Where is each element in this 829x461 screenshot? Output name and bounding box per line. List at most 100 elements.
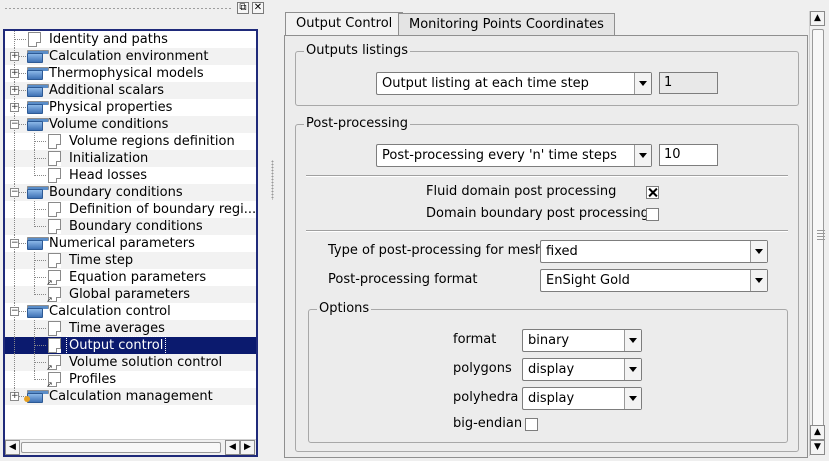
polyhedra-select[interactable]: display xyxy=(522,387,642,410)
tree-connector xyxy=(34,320,35,337)
tree-item[interactable]: Identity and paths xyxy=(5,31,256,48)
post-processing-format-select[interactable]: EnSight Gold xyxy=(540,269,768,292)
tree-item[interactable]: ↗ Equation parameters xyxy=(5,269,256,287)
tab-monitoring-points[interactable]: Monitoring Points Coordinates xyxy=(398,13,615,36)
scroll-left-arrow-icon[interactable]: ◀ xyxy=(5,440,20,455)
splitter-handle[interactable] xyxy=(271,160,274,200)
tree-connector xyxy=(14,39,26,40)
tree-connector xyxy=(14,354,15,371)
tree-item[interactable]: − Boundary conditions xyxy=(5,184,256,201)
domain-boundary-checkbox[interactable] xyxy=(646,208,659,221)
tree-connector xyxy=(34,252,35,269)
document-shortcut-icon: ↗ xyxy=(46,372,61,389)
dropdown-arrow-icon[interactable] xyxy=(624,330,641,351)
tree-item[interactable]: ↗ Profiles xyxy=(5,371,256,389)
mesh-type-select[interactable]: fixed xyxy=(540,240,768,263)
tree-item[interactable]: − Numerical parameters xyxy=(5,235,256,252)
tree-connector xyxy=(34,150,35,167)
tree-item[interactable]: + Calculation management xyxy=(5,388,256,405)
scroll-left-arrow-icon[interactable]: ◀ xyxy=(225,440,240,455)
folder-run-icon xyxy=(24,390,49,403)
tree-item-label: Initialization xyxy=(69,151,149,166)
dropdown-arrow-icon[interactable] xyxy=(624,359,641,380)
fluid-domain-checkbox[interactable] xyxy=(646,186,659,199)
post-processing-frequency-field[interactable]: 10 xyxy=(659,144,718,166)
tree-item[interactable]: Time step xyxy=(5,252,256,269)
polygons-select[interactable]: display xyxy=(522,358,642,381)
float-dock-button[interactable]: ⧉ xyxy=(237,2,249,14)
post-processing-mode-select[interactable]: Post-processing every 'n' time steps xyxy=(376,144,652,167)
tree-item-label: Definition of boundary regi... xyxy=(69,202,257,217)
scroll-down-arrow-icon[interactable]: ▼ xyxy=(810,440,825,455)
tree-connector xyxy=(34,345,46,346)
tree-item[interactable]: + Thermophysical models xyxy=(5,65,256,82)
scroll-up-arrow-icon[interactable]: ▲ xyxy=(810,425,825,440)
post-processing-group: Post-processing Post-processing every 'n… xyxy=(295,116,799,452)
tree-item-label: Head losses xyxy=(69,168,148,183)
group-title: Post-processing xyxy=(304,116,410,132)
expand-icon[interactable]: + xyxy=(10,86,19,95)
expand-icon[interactable]: + xyxy=(10,103,19,112)
tree-item[interactable]: Initialization xyxy=(5,150,256,167)
tree-horizontal-scrollbar[interactable]: ◀ ◀ ▶ xyxy=(5,439,256,455)
scroll-up-arrow-icon[interactable]: ▲ xyxy=(810,11,825,26)
close-dock-button[interactable]: ✕ xyxy=(252,2,264,14)
big-endian-checkbox[interactable] xyxy=(525,418,538,431)
document-icon xyxy=(48,253,61,268)
separator xyxy=(306,175,788,177)
tree-connector xyxy=(14,31,15,48)
tree-item[interactable]: Definition of boundary regi... xyxy=(5,201,256,218)
format-label: Post-processing format xyxy=(328,272,478,287)
tree-item[interactable]: − Calculation control xyxy=(5,303,256,320)
tree-item-label: Calculation control xyxy=(49,304,171,319)
expand-icon[interactable]: + xyxy=(10,52,19,61)
dropdown-arrow-icon[interactable] xyxy=(634,73,651,94)
options-format-label: format xyxy=(453,332,497,347)
collapse-icon[interactable]: − xyxy=(10,120,19,129)
dropdown-arrow-icon[interactable] xyxy=(624,388,641,409)
document-icon xyxy=(48,219,61,234)
folder-icon xyxy=(27,50,49,63)
tree-item-label: Physical properties xyxy=(49,100,173,115)
tree-item[interactable]: + Additional scalars xyxy=(5,82,256,99)
tree-item[interactable]: Output control xyxy=(5,336,256,355)
dock-grip[interactable] xyxy=(4,7,232,10)
tree-item[interactable]: Volume regions definition xyxy=(5,133,256,150)
collapse-icon[interactable]: − xyxy=(10,188,19,197)
tree-item[interactable]: Boundary conditions xyxy=(5,218,256,235)
tree-item-label: Volume regions definition xyxy=(69,134,235,149)
listing-mode-select[interactable]: Output listing at each time step xyxy=(376,72,652,95)
document-icon xyxy=(48,134,61,149)
tree-item[interactable]: Head losses xyxy=(5,167,256,184)
tree-item-label: Volume solution control xyxy=(69,355,223,370)
navigation-tree[interactable]: Identity and paths + Calculation environme… xyxy=(3,29,258,457)
scroll-thumb[interactable] xyxy=(21,442,221,453)
tree-connector xyxy=(34,141,46,142)
tree-item[interactable]: + Calculation environment xyxy=(5,48,256,65)
tree-item[interactable]: + Physical properties xyxy=(5,99,256,116)
polyhedra-label: polyhedra xyxy=(453,390,519,405)
scroll-thumb[interactable] xyxy=(812,29,825,427)
tree-connector xyxy=(14,371,15,388)
scroll-right-arrow-icon[interactable]: ▶ xyxy=(240,440,255,455)
main-vertical-scrollbar[interactable]: ▲ ▲ ▼ xyxy=(809,11,825,456)
collapse-icon[interactable]: − xyxy=(10,307,19,316)
tree-item[interactable]: ↗ Volume solution control xyxy=(5,354,256,372)
tree-connector xyxy=(34,226,46,227)
document-icon xyxy=(48,151,61,166)
tree-item[interactable]: Time averages xyxy=(5,320,256,337)
tab-output-control[interactable]: Output Control xyxy=(285,12,404,36)
select-value: binary xyxy=(528,333,570,348)
dropdown-arrow-icon[interactable] xyxy=(750,241,767,262)
tree-connector xyxy=(34,175,46,176)
listing-frequency-field[interactable]: 1 xyxy=(659,72,718,94)
dropdown-arrow-icon[interactable] xyxy=(750,270,767,291)
collapse-icon[interactable]: − xyxy=(10,239,19,248)
tree-item[interactable]: ↗ Global parameters xyxy=(5,286,256,304)
expand-icon[interactable]: + xyxy=(10,392,19,401)
expand-icon[interactable]: + xyxy=(10,69,19,78)
tree-connector xyxy=(14,167,15,184)
tree-item[interactable]: − Volume conditions xyxy=(5,116,256,133)
dropdown-arrow-icon[interactable] xyxy=(634,145,651,166)
options-format-select[interactable]: binary xyxy=(522,329,642,352)
